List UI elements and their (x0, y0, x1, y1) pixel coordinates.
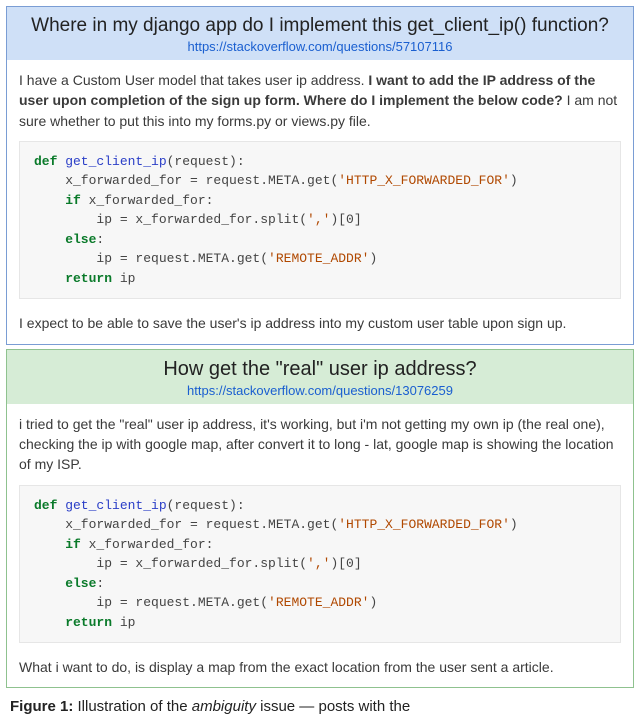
post-body: I have a Custom User model that takes us… (7, 60, 633, 344)
post-realip: How get the "real" user ip address? http… (6, 349, 634, 689)
post-intro: I have a Custom User model that takes us… (19, 70, 621, 131)
str: ',' (307, 212, 330, 227)
intro-plain: I have a Custom User model that takes us… (19, 72, 368, 88)
post-header: How get the "real" user ip address? http… (7, 350, 633, 404)
code-text: ) (510, 517, 518, 532)
fn-name: get_client_ip (57, 154, 166, 169)
code-text: ip = request.META.get( (34, 595, 268, 610)
kw-return: return (34, 271, 112, 286)
code-block: def get_client_ip(request): x_forwarded_… (19, 141, 621, 300)
code-text: : (96, 576, 104, 591)
kw-return: return (34, 615, 112, 630)
caption-em: ambiguity (192, 698, 256, 715)
caption-label: Figure 1: (10, 698, 73, 715)
str: 'REMOTE_ADDR' (268, 251, 369, 266)
code-text: x_forwarded_for: (81, 537, 214, 552)
str: 'HTTP_X_FORWARDED_FOR' (338, 517, 510, 532)
post-intro: i tried to get the "real" user ip addres… (19, 414, 621, 475)
kw-else: else (34, 232, 96, 247)
code-text: ) (510, 173, 518, 188)
str: 'HTTP_X_FORWARDED_FOR' (338, 173, 510, 188)
post-django: Where in my django app do I implement th… (6, 6, 634, 345)
str: 'REMOTE_ADDR' (268, 595, 369, 610)
code-text: (request): (167, 498, 245, 513)
code-text: ip = request.META.get( (34, 251, 268, 266)
caption-text: Illustration of the (73, 698, 191, 715)
post-body: i tried to get the "real" user ip addres… (7, 404, 633, 688)
post-title: How get the "real" user ip address? (19, 358, 621, 381)
str: ',' (307, 556, 330, 571)
code-text: ip = x_forwarded_for.split( (34, 212, 307, 227)
code-block: def get_client_ip(request): x_forwarded_… (19, 485, 621, 644)
post-url-link[interactable]: https://stackoverflow.com/questions/1307… (19, 383, 621, 398)
code-text: (request): (167, 154, 245, 169)
kw-if: if (34, 537, 81, 552)
kw-else: else (34, 576, 96, 591)
post-header: Where in my django app do I implement th… (7, 7, 633, 60)
code-text: ip = x_forwarded_for.split( (34, 556, 307, 571)
post-expect: What i want to do, is display a map from… (19, 657, 621, 677)
code-text: : (96, 232, 104, 247)
code-text: )[0] (330, 212, 361, 227)
post-title: Where in my django app do I implement th… (19, 15, 621, 37)
fn-name: get_client_ip (57, 498, 166, 513)
code-text: ip (112, 271, 135, 286)
figure-caption: Figure 1: Illustration of the ambiguity … (6, 692, 634, 715)
caption-text: issue — posts with the (256, 698, 410, 715)
code-text: x_forwarded_for = request.META.get( (34, 173, 338, 188)
code-text: )[0] (330, 556, 361, 571)
kw-def: def (34, 498, 57, 513)
kw-if: if (34, 193, 81, 208)
code-text: ip (112, 615, 135, 630)
code-text: ) (369, 595, 377, 610)
kw-def: def (34, 154, 57, 169)
post-expect: I expect to be able to save the user's i… (19, 313, 621, 333)
post-url-link[interactable]: https://stackoverflow.com/questions/5710… (19, 39, 621, 54)
code-text: x_forwarded_for = request.META.get( (34, 517, 338, 532)
code-text: x_forwarded_for: (81, 193, 214, 208)
code-text: ) (369, 251, 377, 266)
